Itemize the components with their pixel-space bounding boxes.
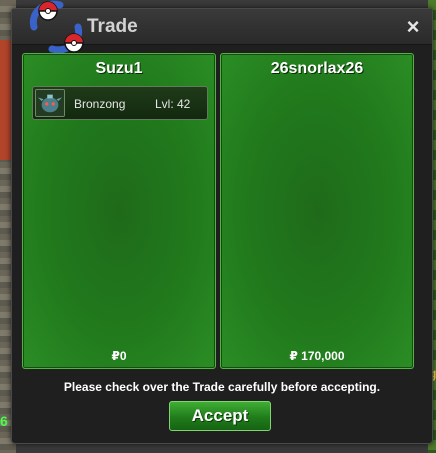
accept-button[interactable]: Accept xyxy=(169,401,271,431)
close-button[interactable]: × xyxy=(402,16,424,38)
my-player-name: Suzu1 xyxy=(95,60,143,77)
partner-player-name: 26snorlax26 xyxy=(270,60,364,77)
offered-pokemon-slot[interactable]: Bronzong Lvl: 42 xyxy=(32,86,208,120)
bronzong-sprite-icon xyxy=(35,89,65,117)
pokemon-level: Lvl: 42 xyxy=(155,97,191,111)
pokemon-name: Bronzong xyxy=(74,97,126,111)
trade-warning-text: Please check over the Trade carefully be… xyxy=(63,380,381,394)
my-money-offer: ₽0 xyxy=(111,349,127,363)
partner-money-offer: ₽ 170,000 xyxy=(289,349,345,363)
pokeball-swirl-icon xyxy=(29,0,84,54)
game-scene: 6 g Trade × Suzu1 xyxy=(0,0,436,453)
partner-offer-panel: 26snorlax26 ₽ 170,000 xyxy=(220,53,414,369)
my-offer-panel: Suzu1 Bronzong Lvl: 42 ₽0 xyxy=(22,53,216,369)
trade-window: Trade × Suzu1 Bronzong Lvl: 42 ₽0 26snor… xyxy=(11,0,433,444)
trade-panels: Suzu1 Bronzong Lvl: 42 ₽0 26snorlax26 ₽ … xyxy=(22,53,422,369)
window-title: Trade xyxy=(87,16,138,37)
